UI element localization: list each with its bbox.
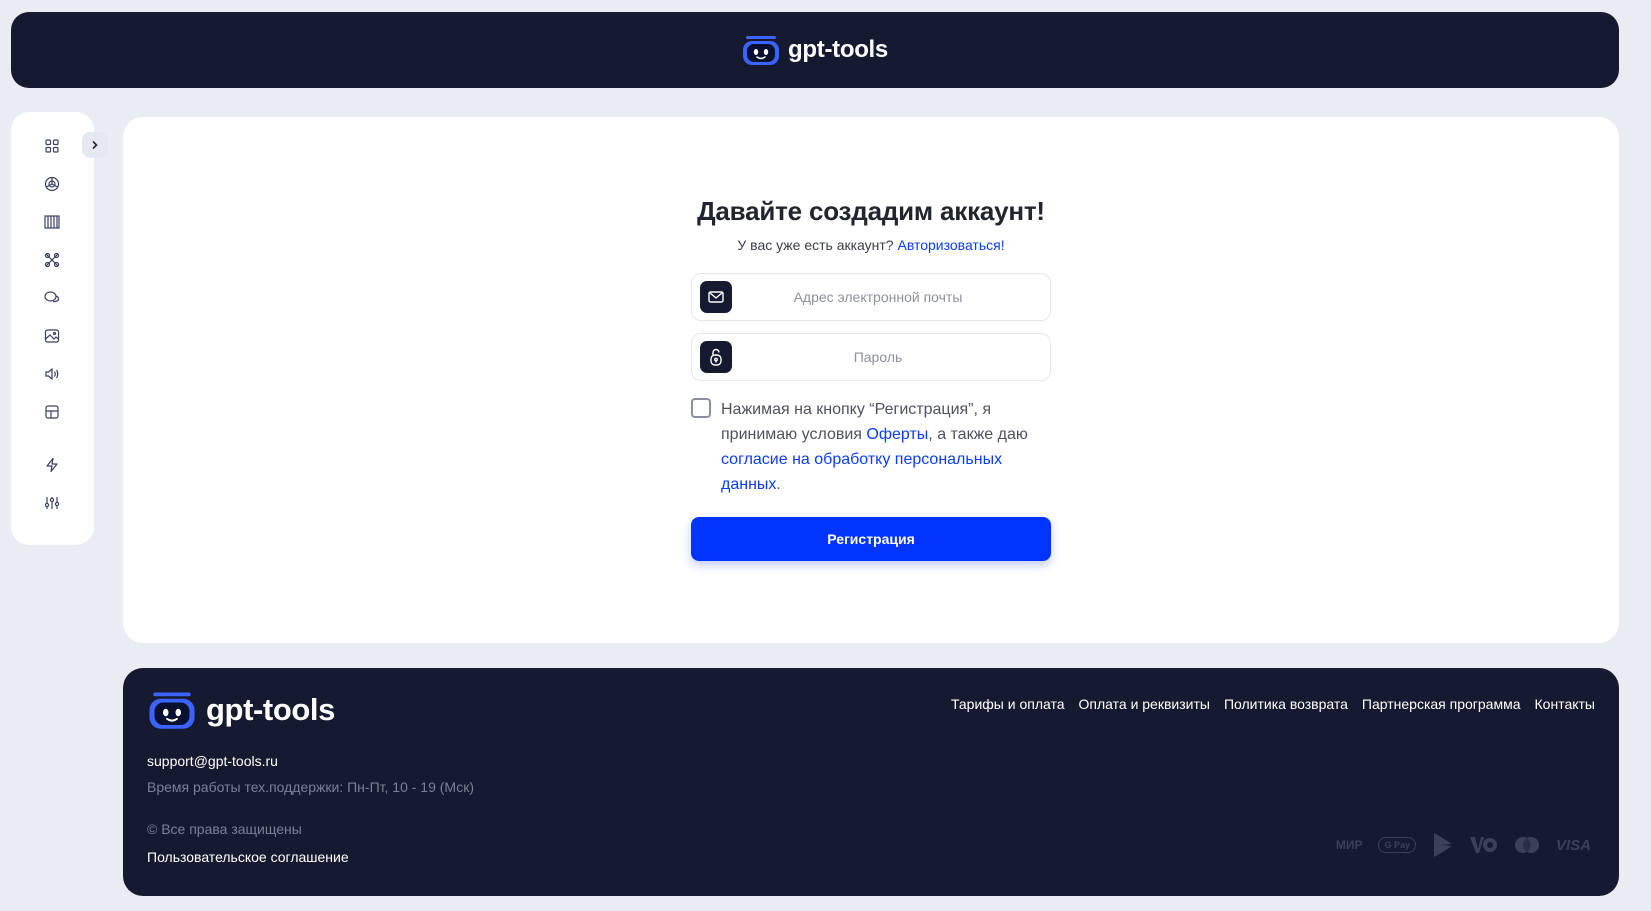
terms-checkbox[interactable]	[691, 398, 711, 418]
robot-logo-icon	[743, 36, 780, 65]
footer-brand-name: gpt-tools	[206, 692, 335, 727]
login-link[interactable]: Авторизоваться!	[898, 237, 1005, 253]
header-brand-name: gpt-tools	[788, 36, 888, 63]
user-agreement-link[interactable]: Пользовательское соглашение	[147, 849, 349, 865]
visa-icon: VISA	[1555, 836, 1591, 854]
email-input[interactable]	[692, 274, 1050, 320]
support-hours: Время работы тех.поддержки: Пн-Пт, 10 - …	[147, 779, 475, 795]
password-input[interactable]	[692, 334, 1050, 380]
openai-icon[interactable]	[42, 174, 62, 194]
mail-icon	[700, 281, 732, 313]
audio-icon[interactable]	[42, 364, 62, 384]
password-field	[691, 333, 1051, 381]
library-icon[interactable]	[42, 212, 62, 232]
terms-consent: Нажимая на кнопку “Регистрация”, я прини…	[691, 397, 1051, 497]
page-title: Давайте создадим аккаунт!	[697, 196, 1045, 226]
tools-icon[interactable]	[42, 250, 62, 270]
google-pay-icon: G Pay	[1378, 837, 1416, 853]
yoomoney-icon	[1469, 835, 1498, 855]
mastercard-icon	[1514, 836, 1540, 854]
have-account-label: У вас уже есть аккаунт?	[737, 237, 894, 253]
footer-link-refund-policy[interactable]: Политика возврата	[1224, 696, 1348, 712]
sliders-icon[interactable]	[42, 493, 62, 513]
payment-methods: МИР G Pay VISA	[1336, 832, 1591, 858]
register-form: Давайте создадим аккаунт! У вас уже есть…	[691, 196, 1051, 561]
register-button[interactable]: Регистрация	[691, 517, 1051, 561]
chat-icon[interactable]	[42, 288, 62, 308]
lightning-icon[interactable]	[42, 455, 62, 475]
offer-link[interactable]: Оферты	[866, 426, 928, 443]
footer-link-contacts[interactable]: Контакты	[1535, 696, 1595, 712]
image-icon[interactable]	[42, 326, 62, 346]
support-email[interactable]: support@gpt-tools.ru	[147, 753, 278, 769]
terms-text-part2: , а также даю	[928, 426, 1028, 443]
email-field	[691, 273, 1051, 321]
terms-text-part3: .	[776, 476, 781, 493]
layout-icon[interactable]	[42, 402, 62, 422]
header-logo[interactable]: gpt-tools	[742, 34, 888, 66]
footer-link-tariffs[interactable]: Тарифы и оплата	[951, 696, 1065, 712]
sbp-icon	[1432, 832, 1454, 858]
copyright: © Все права защищены	[147, 821, 302, 837]
footer: gpt-tools Тарифы и оплата Оплата и рекви…	[123, 668, 1619, 896]
footer-logo[interactable]: gpt-tools	[147, 690, 335, 730]
footer-link-payment-details[interactable]: Оплата и реквизиты	[1079, 696, 1210, 712]
top-header: gpt-tools	[11, 12, 1619, 88]
sidebar	[11, 112, 94, 545]
terms-text: Нажимая на кнопку “Регистрация”, я прини…	[721, 397, 1051, 497]
have-account-text: У вас уже есть аккаунт? Авторизоваться!	[691, 237, 1051, 253]
footer-nav: Тарифы и оплата Оплата и реквизиты Полит…	[951, 696, 1595, 712]
sidebar-expand-button[interactable]	[82, 132, 108, 158]
grid-icon[interactable]	[42, 136, 62, 156]
chevron-right-icon	[92, 141, 98, 149]
mir-icon: МИР	[1335, 838, 1363, 852]
robot-logo-icon	[149, 692, 195, 729]
lock-icon	[700, 341, 732, 373]
personal-data-consent-link[interactable]: согласие на обработку персональных данны…	[721, 451, 1002, 493]
footer-link-partner-program[interactable]: Партнерская программа	[1362, 696, 1521, 712]
